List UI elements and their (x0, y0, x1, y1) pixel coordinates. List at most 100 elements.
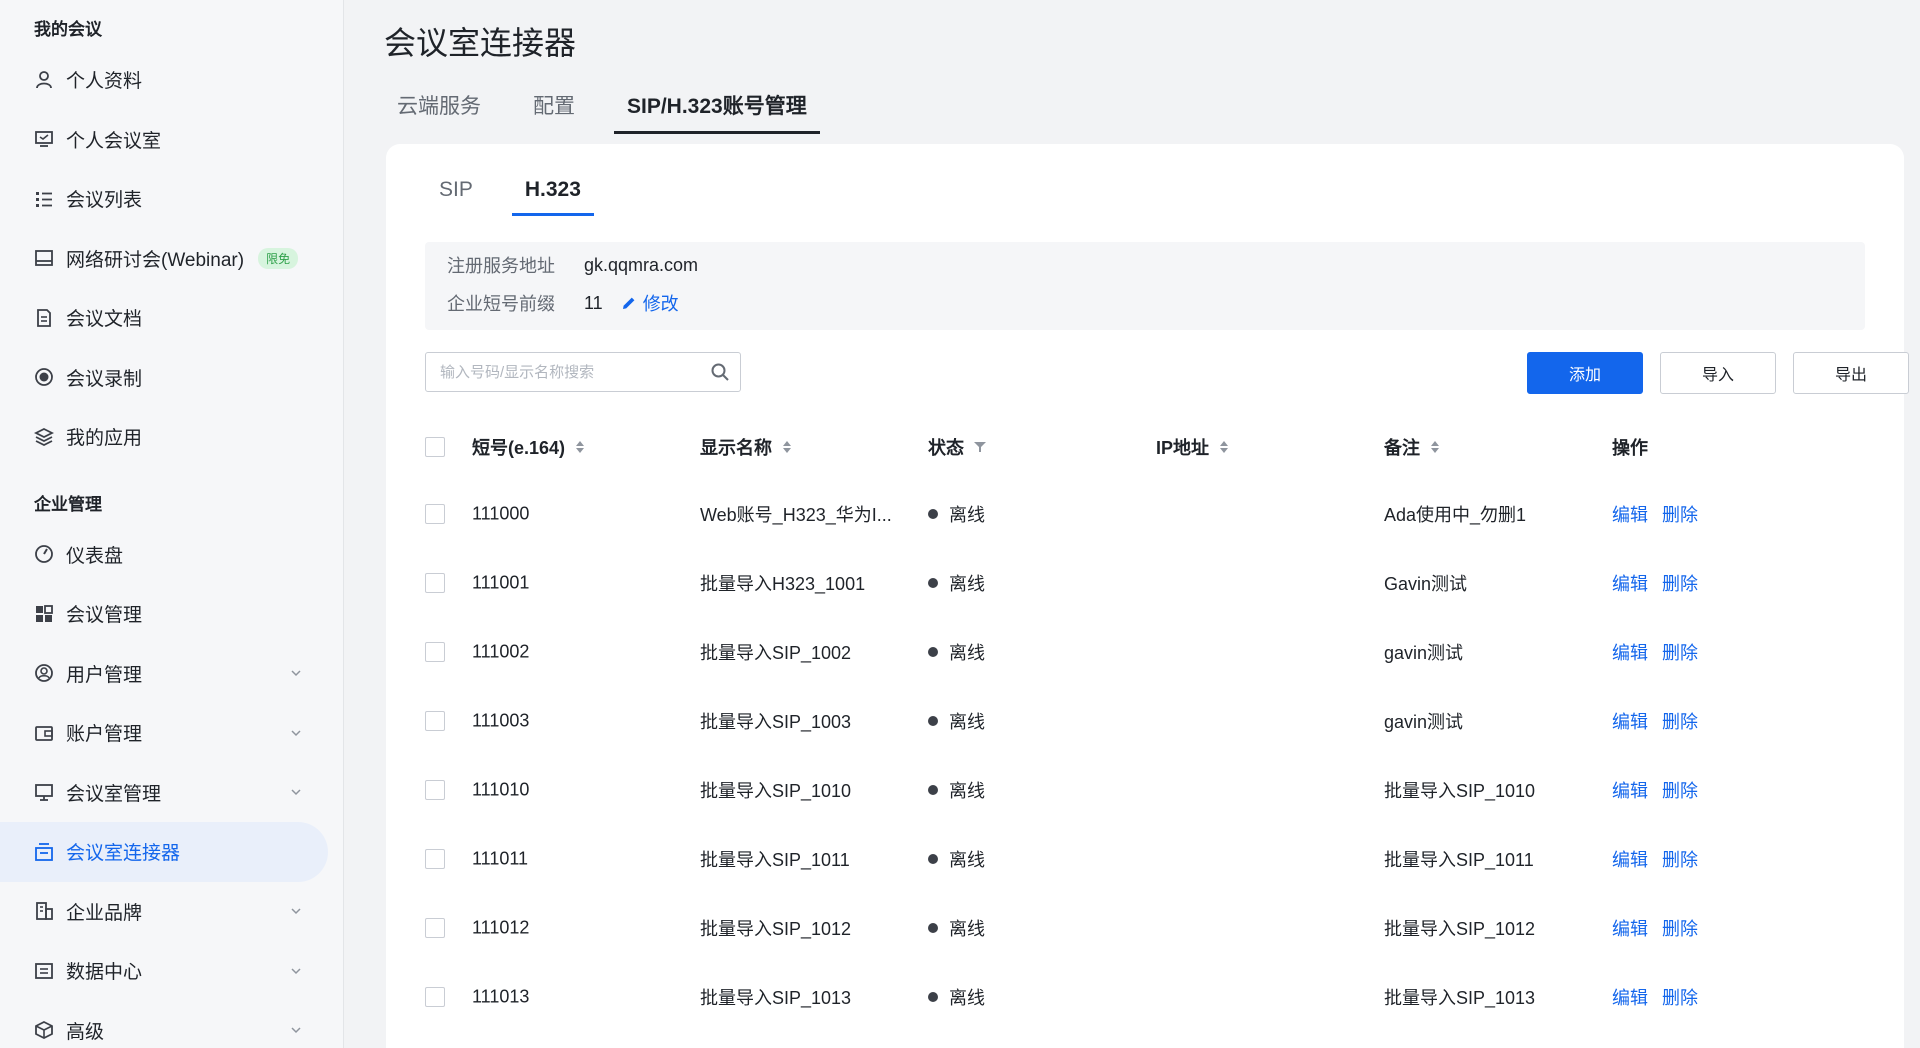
sort-icon[interactable] (575, 440, 585, 454)
status-dot (928, 577, 938, 588)
row-checkbox[interactable] (425, 986, 445, 1007)
row-checkbox[interactable] (425, 917, 445, 938)
top-tabs: 云端服务 配置 SIP/H.323账号管理 (397, 82, 859, 134)
export-button[interactable]: 导出 (1793, 352, 1909, 394)
sidebar-item-grid[interactable]: 会议管理 (0, 584, 343, 644)
sidebar-item-room[interactable]: 会议室管理 (0, 763, 343, 823)
cell-name: Web账号_H323_华为I... (700, 504, 892, 525)
sort-icon[interactable] (1219, 440, 1229, 454)
table-row: 111003 批量导入SIP_1003 离线 gavin测试 编辑 删除 (425, 686, 1865, 755)
room-icon (34, 782, 54, 802)
header-status-label: 状态 (928, 437, 964, 458)
chevron-down-icon[interactable] (290, 786, 302, 798)
chevron-down-icon[interactable] (290, 1024, 302, 1036)
sidebar-item-connector[interactable]: 会议室连接器 (0, 822, 328, 882)
cell-number: 111003 (472, 710, 530, 730)
edit-link[interactable]: 编辑 (1612, 639, 1648, 665)
import-button[interactable]: 导入 (1660, 352, 1776, 394)
row-checkbox[interactable] (425, 572, 445, 593)
record-icon (34, 367, 54, 387)
cell-note: 批量导入SIP_1013 (1384, 987, 1536, 1008)
prefix-row: 企业短号前缀 11 修改 (447, 290, 679, 316)
chevron-down-icon[interactable] (290, 965, 302, 977)
delete-link[interactable]: 删除 (1662, 570, 1698, 596)
edit-link[interactable]: 编辑 (1612, 915, 1648, 941)
delete-link[interactable]: 删除 (1662, 708, 1698, 734)
edit-link[interactable]: 编辑 (1612, 570, 1648, 596)
sidebar-item-personal-room[interactable]: 个人会议室 (0, 110, 343, 170)
edit-prefix-link[interactable]: 修改 (621, 290, 679, 316)
sidebar-item-user-manage[interactable]: 用户管理 (0, 644, 343, 704)
header-note[interactable]: 备注 (1384, 434, 1440, 460)
cell-ops: 编辑 删除 (1612, 915, 1712, 941)
row-checkbox[interactable] (425, 641, 445, 662)
status-text: 离线 (949, 642, 985, 663)
status-dot (928, 646, 938, 657)
header-ops-label: 操作 (1612, 437, 1648, 458)
document-icon (34, 308, 54, 328)
cell-status: 离线 (928, 915, 985, 941)
tab-h323[interactable]: H.323 (511, 178, 594, 216)
edit-link[interactable]: 编辑 (1612, 984, 1648, 1010)
delete-link[interactable]: 删除 (1662, 846, 1698, 872)
delete-link[interactable]: 删除 (1662, 915, 1698, 941)
sidebar-item-label: 会议管理 (66, 605, 143, 627)
tab-account-management[interactable]: SIP/H.323账号管理 (614, 82, 820, 134)
sidebar-item-label: 数据中心 (66, 962, 143, 984)
header-ip[interactable]: IP地址 (1156, 434, 1229, 460)
header-name[interactable]: 显示名称 (700, 434, 792, 460)
cell-status: 离线 (928, 708, 985, 734)
delete-link[interactable]: 删除 (1662, 639, 1698, 665)
sidebar-item-building[interactable]: 企业品牌 (0, 882, 343, 942)
select-all-checkbox[interactable] (425, 436, 445, 457)
chevron-down-icon[interactable] (290, 905, 302, 917)
edit-link[interactable]: 编辑 (1612, 708, 1648, 734)
row-checkbox-cell (425, 572, 445, 593)
delete-link[interactable]: 删除 (1662, 501, 1698, 527)
sidebar-item-label: 会议室管理 (66, 783, 162, 805)
sidebar-item-document[interactable]: 会议文档 (0, 288, 343, 348)
row-checkbox[interactable] (425, 710, 445, 731)
delete-link[interactable]: 删除 (1662, 777, 1698, 803)
search-input[interactable] (440, 363, 700, 381)
edit-link[interactable]: 编辑 (1612, 846, 1648, 872)
sidebar-item-label: 会议列表 (66, 190, 143, 212)
search-icon[interactable] (710, 362, 730, 382)
edit-prefix-label: 修改 (642, 294, 679, 314)
header-number[interactable]: 短号(e.164) (472, 434, 585, 460)
sort-icon[interactable] (1430, 440, 1440, 454)
cell-status: 离线 (928, 501, 985, 527)
row-checkbox[interactable] (425, 503, 445, 524)
data-icon (34, 961, 54, 981)
row-checkbox[interactable] (425, 848, 445, 869)
status-dot (928, 508, 938, 519)
sidebar-item-cube[interactable]: 高级 (0, 1001, 343, 1048)
row-checkbox[interactable] (425, 779, 445, 800)
cell-note: gavin测试 (1384, 642, 1464, 663)
chevron-down-icon[interactable] (290, 667, 302, 679)
table-body: 111000 Web账号_H323_华为I... 离线 Ada使用中_勿删1 编辑 删除 1… (425, 479, 1865, 1031)
filter-icon[interactable] (974, 441, 986, 453)
sidebar-item-list[interactable]: 会议列表 (0, 169, 343, 229)
table-row: 111002 批量导入SIP_1002 离线 gavin测试 编辑 删除 (425, 617, 1865, 686)
add-button[interactable]: 添加 (1527, 352, 1643, 394)
edit-link[interactable]: 编辑 (1612, 501, 1648, 527)
tab-sip[interactable]: SIP (439, 178, 473, 216)
row-checkbox-cell (425, 710, 445, 731)
header-status[interactable]: 状态 (928, 434, 986, 460)
sidebar-item-user[interactable]: 个人资料 (0, 50, 343, 110)
sidebar-item-dashboard[interactable]: 仪表盘 (0, 525, 343, 585)
edit-link[interactable]: 编辑 (1612, 777, 1648, 803)
sidebar-item-apps[interactable]: 我的应用 (0, 407, 343, 467)
sidebar-item-webinar[interactable]: 网络研讨会(Webinar) 限免 (0, 229, 343, 289)
sidebar-item-wallet[interactable]: 账户管理 (0, 703, 343, 763)
delete-link[interactable]: 删除 (1662, 984, 1698, 1010)
sidebar-item-label: 账户管理 (66, 724, 143, 746)
sort-icon[interactable] (782, 440, 792, 454)
tab-config[interactable]: 配置 (533, 82, 575, 134)
chevron-down-icon[interactable] (290, 727, 302, 739)
sidebar-item-record[interactable]: 会议录制 (0, 348, 343, 408)
sidebar-item-data[interactable]: 数据中心 (0, 941, 343, 1001)
status-text: 离线 (949, 780, 985, 801)
tab-cloud-service[interactable]: 云端服务 (397, 82, 481, 134)
